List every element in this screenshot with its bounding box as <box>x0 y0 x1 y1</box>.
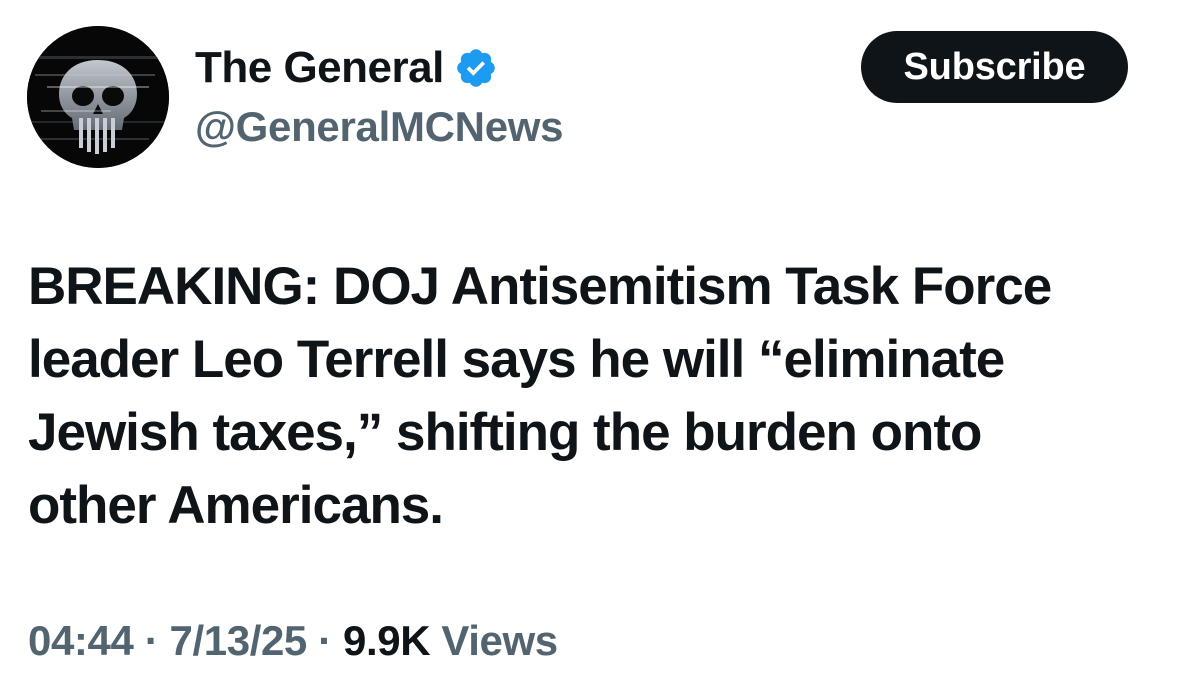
tweet-text: BREAKING: DOJ Antisemitism Task Force le… <box>28 250 1148 542</box>
meta-separator: · <box>133 617 170 664</box>
avatar[interactable] <box>27 26 169 168</box>
tweet-date[interactable]: 7/13/25 <box>170 617 308 664</box>
views-label: Views <box>430 617 558 664</box>
tweet-line: leader Leo Terrell says he will “elimina… <box>28 330 1005 389</box>
subscribe-button[interactable]: Subscribe <box>861 31 1128 103</box>
author-handle[interactable]: @GeneralMCNews <box>195 103 564 151</box>
author-name-row: The General <box>195 40 498 96</box>
tweet-time[interactable]: 04:44 <box>28 617 134 664</box>
meta-separator: · <box>306 617 344 664</box>
skull-avatar <box>27 26 169 168</box>
tweet-line: BREAKING: DOJ Antisemitism Task Force <box>28 257 1052 316</box>
tweet-line: Jewish taxes,” shifting the burden onto <box>28 403 982 462</box>
views-count[interactable]: 9.9K <box>343 617 431 664</box>
tweet-meta: 04:44 · 7/13/25 · 9.9K Views <box>28 617 558 665</box>
tweet-line: other Americans. <box>28 476 444 535</box>
display-name[interactable]: The General <box>195 43 444 93</box>
verified-badge-icon[interactable] <box>454 46 498 90</box>
